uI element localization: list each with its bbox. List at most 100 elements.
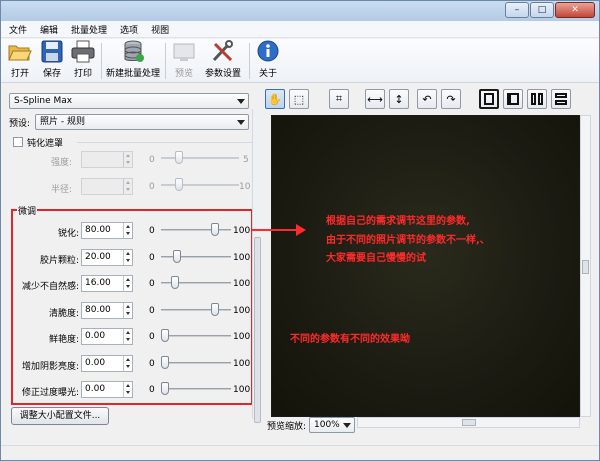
maximize-button[interactable]: □ bbox=[530, 2, 554, 18]
fit-width-button[interactable]: ⟷ bbox=[365, 89, 385, 109]
settings-button[interactable]: 参数设置 bbox=[203, 40, 243, 81]
sharpen-label: 锐化: bbox=[57, 229, 79, 239]
sharpen-min: 0 bbox=[149, 226, 155, 236]
film-grain-slider[interactable] bbox=[161, 249, 231, 265]
new-batch-button[interactable]: 新建批量处理 bbox=[105, 40, 161, 81]
crispness-max: 100 bbox=[233, 306, 251, 316]
preset-select[interactable]: 照片 - 规则 bbox=[35, 114, 249, 130]
spin-buttons[interactable] bbox=[123, 223, 132, 238]
slider-thumb[interactable] bbox=[173, 250, 181, 263]
crop-button[interactable]: ⌗ bbox=[329, 89, 349, 109]
open-button[interactable]: 打开 bbox=[7, 41, 33, 81]
shadow-boost-value: 0.00 bbox=[85, 358, 106, 368]
about-button[interactable]: 关于 bbox=[255, 40, 281, 81]
spin-buttons[interactable] bbox=[123, 329, 132, 344]
scrollbar-thumb[interactable] bbox=[582, 260, 589, 274]
sharpen-input[interactable]: 80.00 bbox=[81, 222, 133, 239]
artifact-reduction-value: 16.00 bbox=[85, 278, 111, 288]
toolbar: 打开 保存 打印 新建批量处理 预览 参数设置 关于 bbox=[1, 39, 599, 83]
vibrancy-slider[interactable] bbox=[161, 328, 231, 344]
resize-profile-button[interactable]: 调整大小配置文件... bbox=[11, 407, 109, 425]
menu-batch[interactable]: 批量处理 bbox=[71, 23, 107, 36]
preview-vscrollbar[interactable] bbox=[580, 115, 591, 417]
spin-buttons[interactable] bbox=[123, 303, 132, 318]
single-view-button[interactable] bbox=[479, 89, 499, 109]
zoom-select[interactable]: 100% bbox=[309, 417, 355, 433]
floppy-disk-icon bbox=[39, 40, 65, 64]
spin-buttons[interactable] bbox=[123, 276, 132, 291]
strength-max: 5 bbox=[243, 155, 249, 165]
highlight-fix-input[interactable]: 0.00 bbox=[81, 381, 133, 398]
menu-file[interactable]: 文件 bbox=[9, 23, 27, 36]
fine-tune-title: 微调 bbox=[17, 204, 38, 217]
save-button[interactable]: 保存 bbox=[39, 40, 65, 81]
slider-thumb[interactable] bbox=[161, 382, 169, 395]
slider-thumb[interactable] bbox=[211, 223, 219, 236]
artifact-reduction-max: 100 bbox=[233, 279, 251, 289]
vibrancy-label: 鲜艳度: bbox=[48, 335, 79, 345]
sharpen-slider[interactable] bbox=[161, 222, 231, 238]
slider-thumb[interactable] bbox=[175, 151, 183, 164]
highlight-fix-slider[interactable] bbox=[161, 381, 231, 397]
settings-scrollbar[interactable] bbox=[252, 109, 261, 423]
title-bar: – □ ✕ bbox=[1, 1, 599, 21]
spin-buttons[interactable] bbox=[123, 179, 132, 194]
spin-buttons[interactable] bbox=[123, 152, 132, 167]
preview-panel: ✋ ⬚ ⌗ ⟷ ↕ ↶ ↷ 预览缩放: 100% bbox=[265, 87, 599, 439]
side-by-side-icon bbox=[531, 93, 543, 105]
method-select[interactable]: S-Spline Max bbox=[9, 93, 249, 109]
print-button[interactable]: 打印 bbox=[70, 40, 96, 81]
radius-slider[interactable] bbox=[161, 177, 239, 193]
crispness-slider[interactable] bbox=[161, 302, 231, 318]
slider-thumb[interactable] bbox=[161, 356, 169, 369]
shadow-boost-slider[interactable] bbox=[161, 355, 231, 371]
rotate-right-icon: ↷ bbox=[446, 92, 456, 106]
slider-thumb[interactable] bbox=[211, 303, 219, 316]
status-bar bbox=[1, 445, 599, 460]
open-label: 打开 bbox=[10, 69, 29, 79]
slider-thumb[interactable] bbox=[175, 178, 183, 191]
menu-edit[interactable]: 编辑 bbox=[40, 23, 58, 36]
stacked-view-button[interactable] bbox=[551, 89, 571, 109]
spin-buttons[interactable] bbox=[123, 250, 132, 265]
chevron-down-icon bbox=[237, 99, 245, 104]
hand-tool-button[interactable]: ✋ bbox=[265, 89, 285, 109]
split-view-icon bbox=[507, 93, 519, 105]
slider-thumb[interactable] bbox=[161, 329, 169, 342]
film-grain-input[interactable]: 20.00 bbox=[81, 249, 133, 266]
unsharp-mask-checkbox[interactable] bbox=[13, 137, 23, 147]
scrollbar-thumb[interactable] bbox=[254, 237, 261, 423]
shadow-boost-input[interactable]: 0.00 bbox=[81, 355, 133, 372]
side-by-side-button[interactable] bbox=[527, 89, 547, 109]
crispness-input[interactable]: 80.00 bbox=[81, 302, 133, 319]
chevron-down-icon bbox=[343, 423, 351, 428]
artifact-reduction-input[interactable]: 16.00 bbox=[81, 275, 133, 292]
fit-height-button[interactable]: ↕ bbox=[389, 89, 409, 109]
select-tool-button[interactable]: ⬚ bbox=[289, 89, 309, 109]
artifact-reduction-slider[interactable] bbox=[161, 275, 231, 291]
menu-view[interactable]: 视图 bbox=[151, 23, 169, 36]
vibrancy-input[interactable]: 0.00 bbox=[81, 328, 133, 345]
minimize-button[interactable]: – bbox=[505, 2, 529, 18]
preview-button[interactable]: 预览 bbox=[171, 41, 197, 81]
rotate-left-button[interactable]: ↶ bbox=[417, 89, 437, 109]
film-grain-max: 100 bbox=[233, 253, 251, 263]
highlight-fix-value: 0.00 bbox=[85, 384, 106, 394]
crop-icon: ⌗ bbox=[335, 92, 343, 105]
preview-label: 预览 bbox=[174, 69, 193, 79]
spin-buttons[interactable] bbox=[123, 382, 132, 397]
shadow-boost-max: 100 bbox=[233, 359, 251, 369]
rotate-right-button[interactable]: ↷ bbox=[441, 89, 461, 109]
scrollbar-thumb[interactable] bbox=[462, 419, 476, 426]
strength-slider[interactable] bbox=[161, 150, 239, 166]
menu-options[interactable]: 选项 bbox=[120, 23, 138, 36]
folder-open-icon bbox=[7, 40, 33, 64]
annotation-note: 不同的参数有不同的效果呦 bbox=[290, 334, 410, 345]
split-view-button[interactable] bbox=[503, 89, 523, 109]
preview-hscrollbar[interactable] bbox=[357, 417, 580, 428]
spin-buttons[interactable] bbox=[123, 356, 132, 371]
radius-input[interactable] bbox=[81, 178, 133, 195]
close-button[interactable]: ✕ bbox=[555, 2, 595, 18]
slider-thumb[interactable] bbox=[171, 276, 179, 289]
strength-input[interactable] bbox=[81, 151, 133, 168]
